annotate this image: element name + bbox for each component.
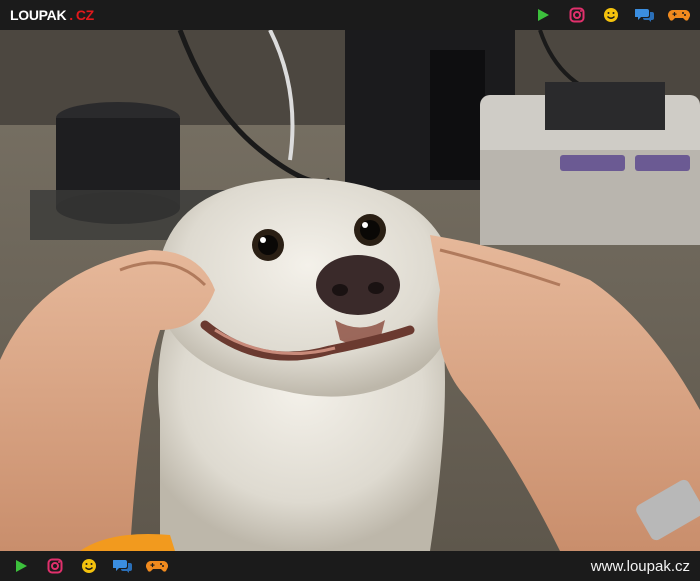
top-icon-bar <box>532 4 690 26</box>
play-icon[interactable] <box>532 4 554 26</box>
site-logo[interactable]: LOUPAK. CZ <box>10 7 94 23</box>
bottom-bar: www.loupak.cz <box>0 551 700 581</box>
instagram-icon[interactable] <box>44 555 66 577</box>
gamepad-icon[interactable] <box>146 555 168 577</box>
logo-tld: CZ <box>75 7 94 23</box>
logo-text: LOUPAK <box>10 7 67 23</box>
instagram-icon[interactable] <box>566 4 588 26</box>
site-url-link[interactable]: www.loupak.cz <box>591 558 690 575</box>
smiley-icon[interactable] <box>78 555 100 577</box>
bottom-icon-bar <box>10 555 168 577</box>
chat-icon[interactable] <box>112 555 134 577</box>
logo-dot: . <box>69 7 73 23</box>
game-console <box>480 82 700 245</box>
meme-photo <box>0 30 700 551</box>
chat-icon[interactable] <box>634 4 656 26</box>
electronics-panel <box>430 50 485 180</box>
gamepad-icon[interactable] <box>668 4 690 26</box>
top-bar: LOUPAK. CZ <box>0 0 700 30</box>
smiley-icon[interactable] <box>600 4 622 26</box>
dog-photo-illustration <box>0 30 700 551</box>
play-icon[interactable] <box>10 555 32 577</box>
